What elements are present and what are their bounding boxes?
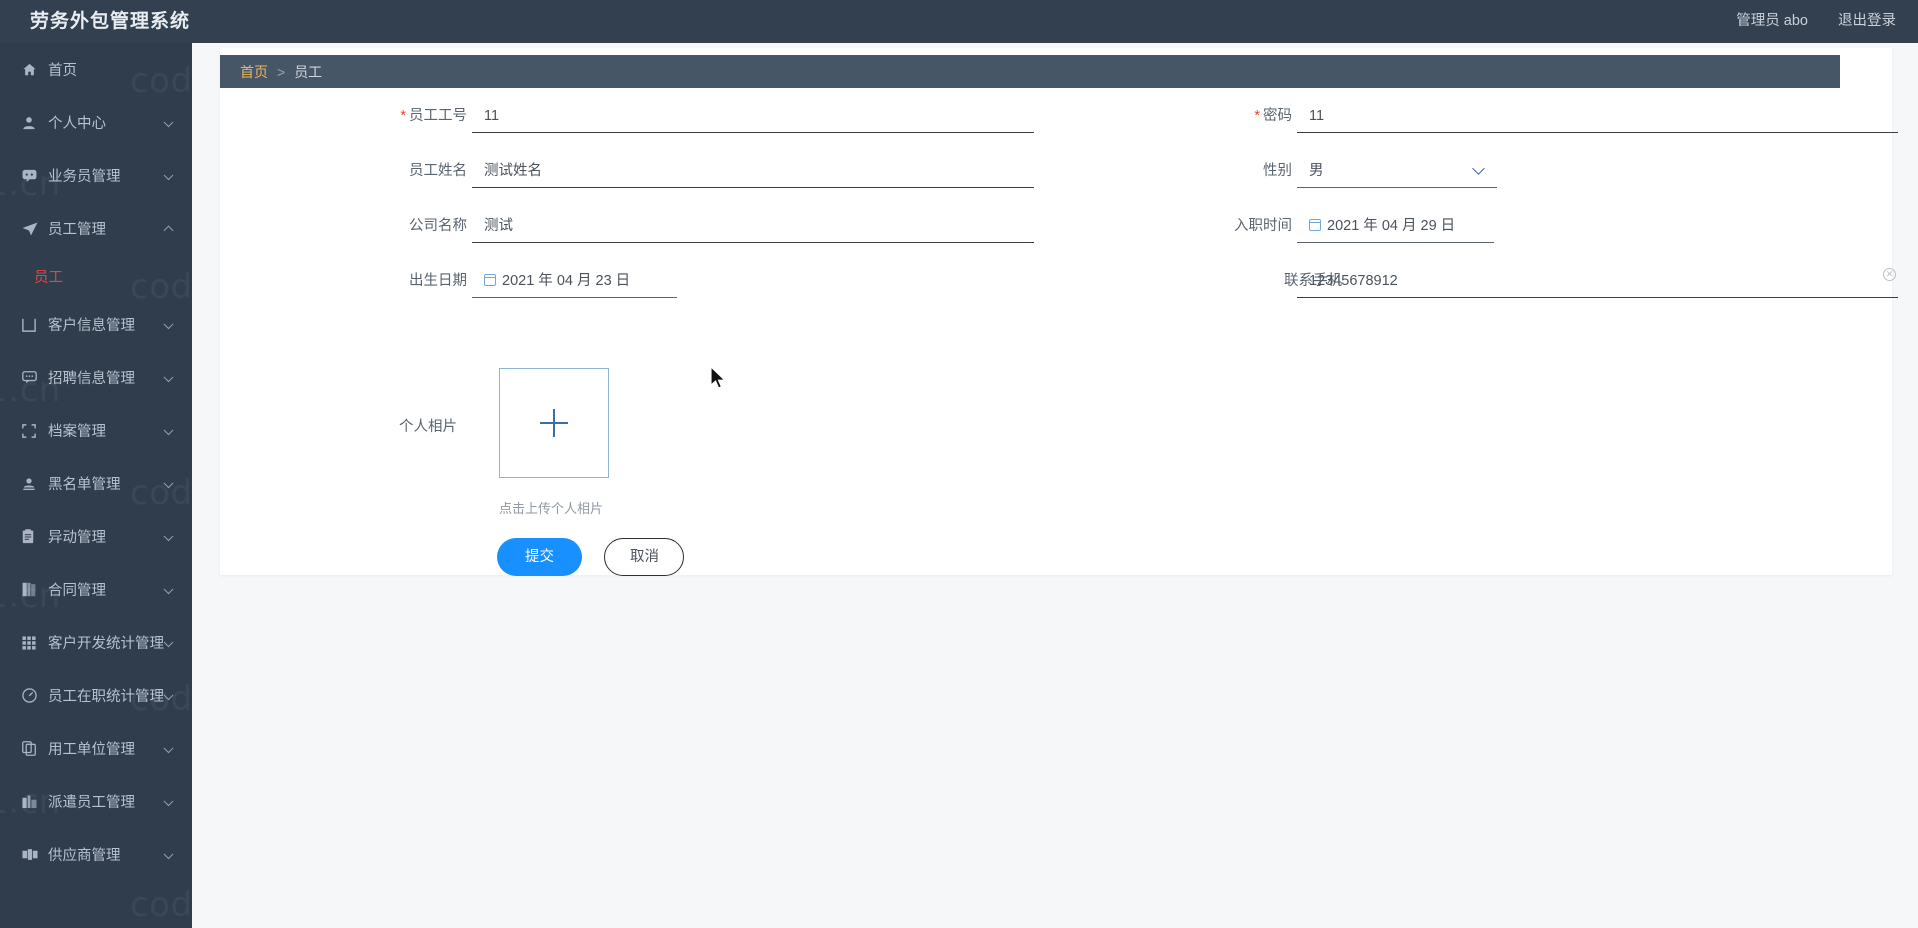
field-hire-date: 入职时间 2021 年 04 月 29 日 (1234, 213, 1847, 259)
sidebar: 首页 个人中心 业务员管理 员工管理 员工 客户信息管理 招聘信息管理 档案管理 黑名单管理 异动… (0, 43, 192, 928)
field-phone: 联系手机 12345678912 ✕ (1247, 268, 1898, 314)
main-content: 首页 > 员工 *员工工号 11 *密码 11 员工姓名 测试姓名 性别 男 (192, 43, 1918, 928)
plus-icon (540, 409, 568, 437)
field-company-name-input[interactable]: 测试 (472, 213, 1034, 243)
watermark-text: code51.cn (130, 267, 192, 307)
field-password-value: 11 (1309, 108, 1325, 124)
required-marker: * (1254, 108, 1260, 124)
field-birth-date-label: 出生日期 (409, 273, 467, 289)
field-password-input[interactable]: 11 (1297, 103, 1898, 133)
photo-upload-box[interactable] (499, 368, 609, 478)
watermark-text: code51.cn (130, 473, 192, 513)
field-hire-date-value: 2021 年 04 月 29 日 (1308, 213, 1455, 240)
logout-button[interactable]: 退出登录 (1838, 13, 1896, 29)
watermark-text: code51.cn (0, 679, 130, 719)
field-gender-select[interactable]: 男 (1297, 158, 1497, 188)
clear-icon[interactable]: ✕ (1883, 268, 1896, 281)
field-birth-date: 出生日期 2021 年 04 月 23 日 (387, 268, 987, 314)
app-title: 劳务外包管理系统 (30, 11, 191, 32)
current-user-label: 管理员 abo (1736, 13, 1808, 29)
breadcrumb-home[interactable]: 首页 (240, 62, 268, 82)
field-employee-name-value: 测试姓名 (484, 163, 542, 179)
watermark-text: code51.cn (0, 782, 61, 822)
chevron-down-icon[interactable] (1472, 162, 1485, 175)
field-company-name-value: 测试 (484, 218, 513, 234)
watermark-text: code51.cn (0, 576, 61, 616)
form-actions: 提交 取消 (497, 538, 685, 576)
watermark-text: code51.cn (0, 61, 130, 101)
watermark-text: code51.cn (0, 267, 130, 307)
calendar-icon (483, 274, 497, 286)
required-marker: * (400, 108, 406, 124)
cancel-button[interactable]: 取消 (604, 538, 685, 576)
field-phone-value: 12345678912 (1309, 273, 1398, 289)
watermark-text: code51.cn (0, 370, 61, 410)
field-phone-input[interactable]: 12345678912 ✕ (1297, 268, 1898, 298)
watermark-text: code51.cn (0, 164, 61, 204)
watermark-text: code51.cn (0, 885, 130, 925)
field-employee-no: * 员工工号 11 (387, 103, 1034, 149)
watermark-text: code51.cn (130, 61, 192, 101)
field-hire-date-picker[interactable]: 2021 年 04 月 29 日 (1297, 213, 1494, 243)
field-birth-date-value: 2021 年 04 月 23 日 (483, 268, 630, 295)
field-company-name-label: 公司名称 (409, 218, 467, 234)
submit-button[interactable]: 提交 (497, 538, 582, 576)
calendar-icon (1308, 219, 1322, 231)
field-employee-no-value: 11 (484, 108, 500, 124)
field-employee-no-label: * 员工工号 (400, 108, 467, 124)
top-bar-right: 管理员 abo 退出登录 (1710, 0, 1896, 43)
watermark-text: code51.cn (0, 473, 130, 513)
field-employee-name-input[interactable]: 测试姓名 (472, 158, 1034, 188)
watermark-text: code51.cn (130, 679, 192, 719)
field-gender-label: 性别 (1263, 163, 1292, 179)
watermark-text: code51.cn (130, 885, 192, 925)
field-employee-name: 员工姓名 测试姓名 (387, 158, 1034, 204)
breadcrumb-current: 员工 (294, 63, 323, 80)
field-employee-name-label: 员工姓名 (409, 163, 467, 179)
sidebar-watermark-layer: code51.cncode51.cncode51.cncode51.cncode… (0, 43, 192, 928)
field-birth-date-picker[interactable]: 2021 年 04 月 23 日 (472, 268, 677, 298)
field-gender: 性别 男 (1247, 158, 1847, 204)
upload-hint: 点击上传个人相片 (499, 501, 604, 516)
top-bar: 劳务外包管理系统 管理员 abo 退出登录 (0, 0, 1918, 43)
field-company-name: 公司名称 测试 (387, 213, 1034, 259)
field-gender-value: 男 (1309, 163, 1324, 179)
field-employee-no-input[interactable]: 11 (472, 103, 1034, 133)
field-password-label: * 密码 (1254, 108, 1292, 124)
field-hire-date-label: 入职时间 (1234, 218, 1292, 234)
breadcrumb-separator: > (277, 63, 286, 80)
upload-label: 个人相片 (399, 419, 457, 435)
field-password: * 密码 11 (1247, 103, 1898, 149)
breadcrumb: 首页 > 员工 (220, 55, 1840, 88)
